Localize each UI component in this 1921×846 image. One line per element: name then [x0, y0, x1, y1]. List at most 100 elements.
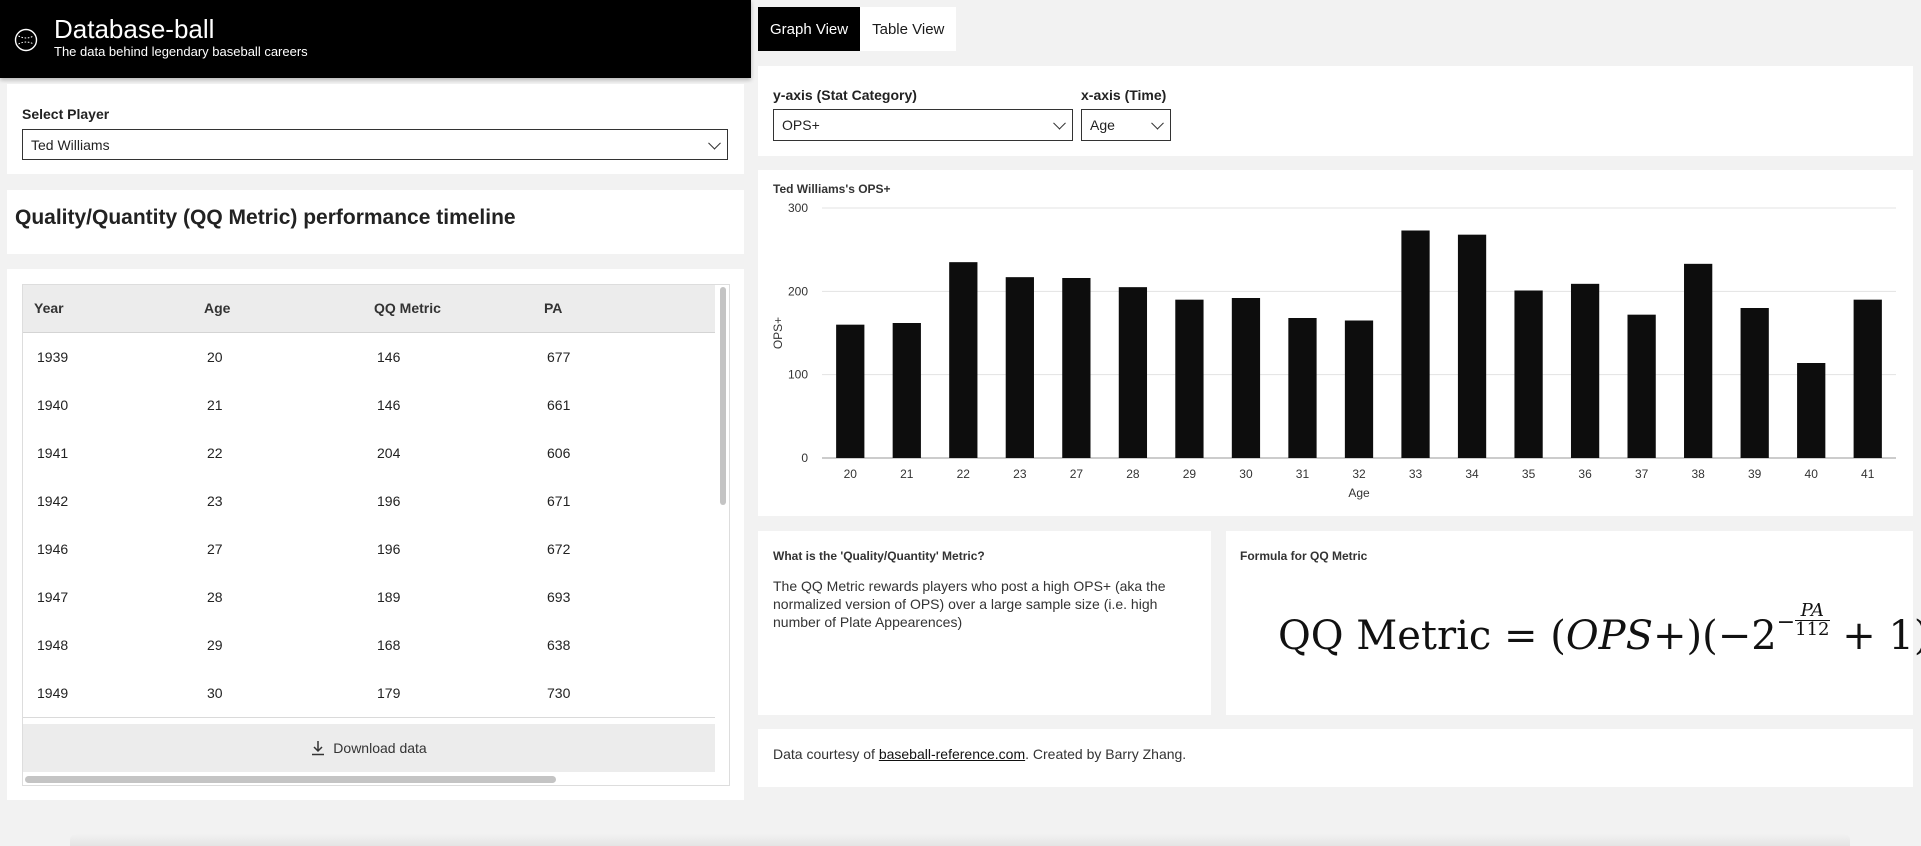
- x-tick-label: 28: [1126, 467, 1140, 481]
- x-tick-label: 35: [1522, 467, 1536, 481]
- app-title: Database-ball: [54, 14, 215, 44]
- baseball-reference-link[interactable]: baseball-reference.com: [879, 746, 1025, 762]
- x-tick-label: 30: [1239, 467, 1253, 481]
- cell-pa: 693: [547, 589, 571, 605]
- cell-year: 1946: [37, 541, 69, 557]
- x-tick-label: 40: [1805, 467, 1819, 481]
- cell-pa: 638: [547, 637, 571, 653]
- x-axis-label: x-axis (Time): [1081, 87, 1167, 103]
- chevron-down-icon: [1053, 116, 1066, 130]
- x-axis-title: Age: [1348, 486, 1370, 500]
- table-row[interactable]: 1946 27 196 672: [23, 525, 715, 574]
- download-icon: [312, 741, 325, 756]
- bar: [1231, 298, 1261, 458]
- bar: [1853, 299, 1882, 458]
- x-tick-label: 29: [1183, 467, 1197, 481]
- cell-year: 1940: [37, 397, 69, 413]
- bar: [1288, 318, 1317, 458]
- cell-age: 22: [207, 445, 223, 461]
- bar: [836, 324, 865, 458]
- axis-controls-card: y-axis (Stat Category) OPS+ x-axis (Time…: [758, 66, 1913, 156]
- horizontal-scrollbar-thumb[interactable]: [25, 776, 556, 783]
- formula-expression: QQ Metric = (OPS+)(−2−PA112 + 1)6: [1278, 600, 1921, 660]
- chart-card: Ted Williams's OPS+ 0 100 200 300 20 21 22 23 27 2…: [758, 170, 1913, 516]
- x-tick-label: 23: [1013, 467, 1027, 481]
- bar: [892, 323, 921, 458]
- y-axis-select[interactable]: OPS+: [773, 109, 1073, 141]
- bar: [1627, 314, 1656, 458]
- x-tick-label: 38: [1691, 467, 1705, 481]
- x-tick-label: 20: [844, 467, 858, 481]
- bar: [1570, 283, 1600, 458]
- formula-lhs: QQ Metric: [1278, 613, 1492, 659]
- formula-card: Formula for QQ Metric QQ Metric = (OPS+)…: [1226, 531, 1921, 715]
- cell-age: 27: [207, 541, 223, 557]
- app-header: Database-ball The data behind legendary …: [0, 0, 751, 78]
- x-tick-label: 37: [1635, 467, 1649, 481]
- table-row[interactable]: 1942 23 196 671: [23, 477, 715, 526]
- download-label: Download data: [333, 740, 427, 756]
- chevron-down-icon: [708, 136, 721, 150]
- table-row[interactable]: 1939 20 146 677: [23, 333, 715, 382]
- cell-qq-metric: 146: [377, 349, 401, 365]
- view-tabs: Graph View Table View: [758, 7, 957, 51]
- formula-base: −2: [1717, 613, 1777, 659]
- bar: [1118, 287, 1148, 458]
- cell-pa: 606: [547, 445, 571, 461]
- cell-year: 1941: [37, 445, 69, 461]
- info-title: What is the 'Quality/Quantity' Metric?: [773, 549, 985, 563]
- column-header-age[interactable]: Age: [204, 285, 230, 332]
- bar: [1457, 234, 1487, 458]
- x-axis-select[interactable]: Age: [1081, 109, 1171, 141]
- formula-exp-den: 112: [1795, 619, 1830, 640]
- y-axis-value: OPS+: [782, 117, 820, 133]
- bar: [1062, 278, 1091, 458]
- download-data-button[interactable]: Download data: [23, 724, 715, 772]
- footer-card: Data courtesy of baseball-reference.com.…: [758, 729, 1913, 787]
- table-row[interactable]: 1941 22 204 606: [23, 429, 715, 478]
- y-axis-label: y-axis (Stat Category): [773, 87, 917, 103]
- formula-ops: OPS+: [1565, 613, 1687, 659]
- player-select[interactable]: Ted Williams: [22, 129, 728, 160]
- footer-text: Data courtesy of baseball-reference.com.…: [773, 746, 1186, 762]
- cell-age: 23: [207, 493, 223, 509]
- table-row[interactable]: 1949 30 179 730: [23, 669, 715, 718]
- bar: [1740, 308, 1769, 458]
- bar: [1514, 290, 1543, 458]
- cell-pa: 671: [547, 493, 571, 509]
- cell-year: 1942: [37, 493, 69, 509]
- x-tick-label: 33: [1409, 467, 1423, 481]
- qq-metric-info-card: What is the 'Quality/Quantity' Metric? T…: [758, 531, 1211, 715]
- vertical-scrollbar-thumb[interactable]: [720, 287, 726, 505]
- player-select-label: Select Player: [22, 106, 110, 122]
- column-header-year[interactable]: Year: [34, 285, 64, 332]
- cell-qq-metric: 146: [377, 397, 401, 413]
- y-tick-label: 300: [788, 201, 808, 215]
- x-tick-label: 21: [900, 467, 914, 481]
- x-tick-label: 22: [957, 467, 971, 481]
- y-tick-label: 100: [788, 368, 808, 382]
- column-header-pa[interactable]: PA: [544, 285, 562, 332]
- page-bottom-edge: [70, 834, 1850, 846]
- y-axis-title: OPS+: [771, 317, 785, 349]
- table-row[interactable]: 1940 21 146 661: [23, 381, 715, 430]
- tab-graph-view[interactable]: Graph View: [758, 7, 861, 51]
- ops-bar-chart: Ted Williams's OPS+ 0 100 200 300 20 21 22 23 27 2…: [771, 182, 1896, 500]
- cell-year: 1948: [37, 637, 69, 653]
- x-tick-label: 27: [1070, 467, 1084, 481]
- table-row[interactable]: 1948 29 168 638: [23, 621, 715, 670]
- cell-year: 1947: [37, 589, 69, 605]
- y-tick-label: 200: [788, 284, 808, 298]
- cell-age: 29: [207, 637, 223, 653]
- app-subtitle: The data behind legendary baseball caree…: [54, 44, 308, 59]
- cell-age: 28: [207, 589, 223, 605]
- cell-qq-metric: 168: [377, 637, 401, 653]
- column-header-qq-metric[interactable]: QQ Metric: [374, 285, 441, 332]
- bar: [1684, 263, 1713, 458]
- cell-year: 1939: [37, 349, 69, 365]
- table-row[interactable]: 1947 28 189 693: [23, 573, 715, 622]
- bar: [1005, 277, 1034, 458]
- x-tick-label: 31: [1296, 467, 1310, 481]
- cell-pa: 672: [547, 541, 571, 557]
- tab-table-view[interactable]: Table View: [860, 7, 956, 51]
